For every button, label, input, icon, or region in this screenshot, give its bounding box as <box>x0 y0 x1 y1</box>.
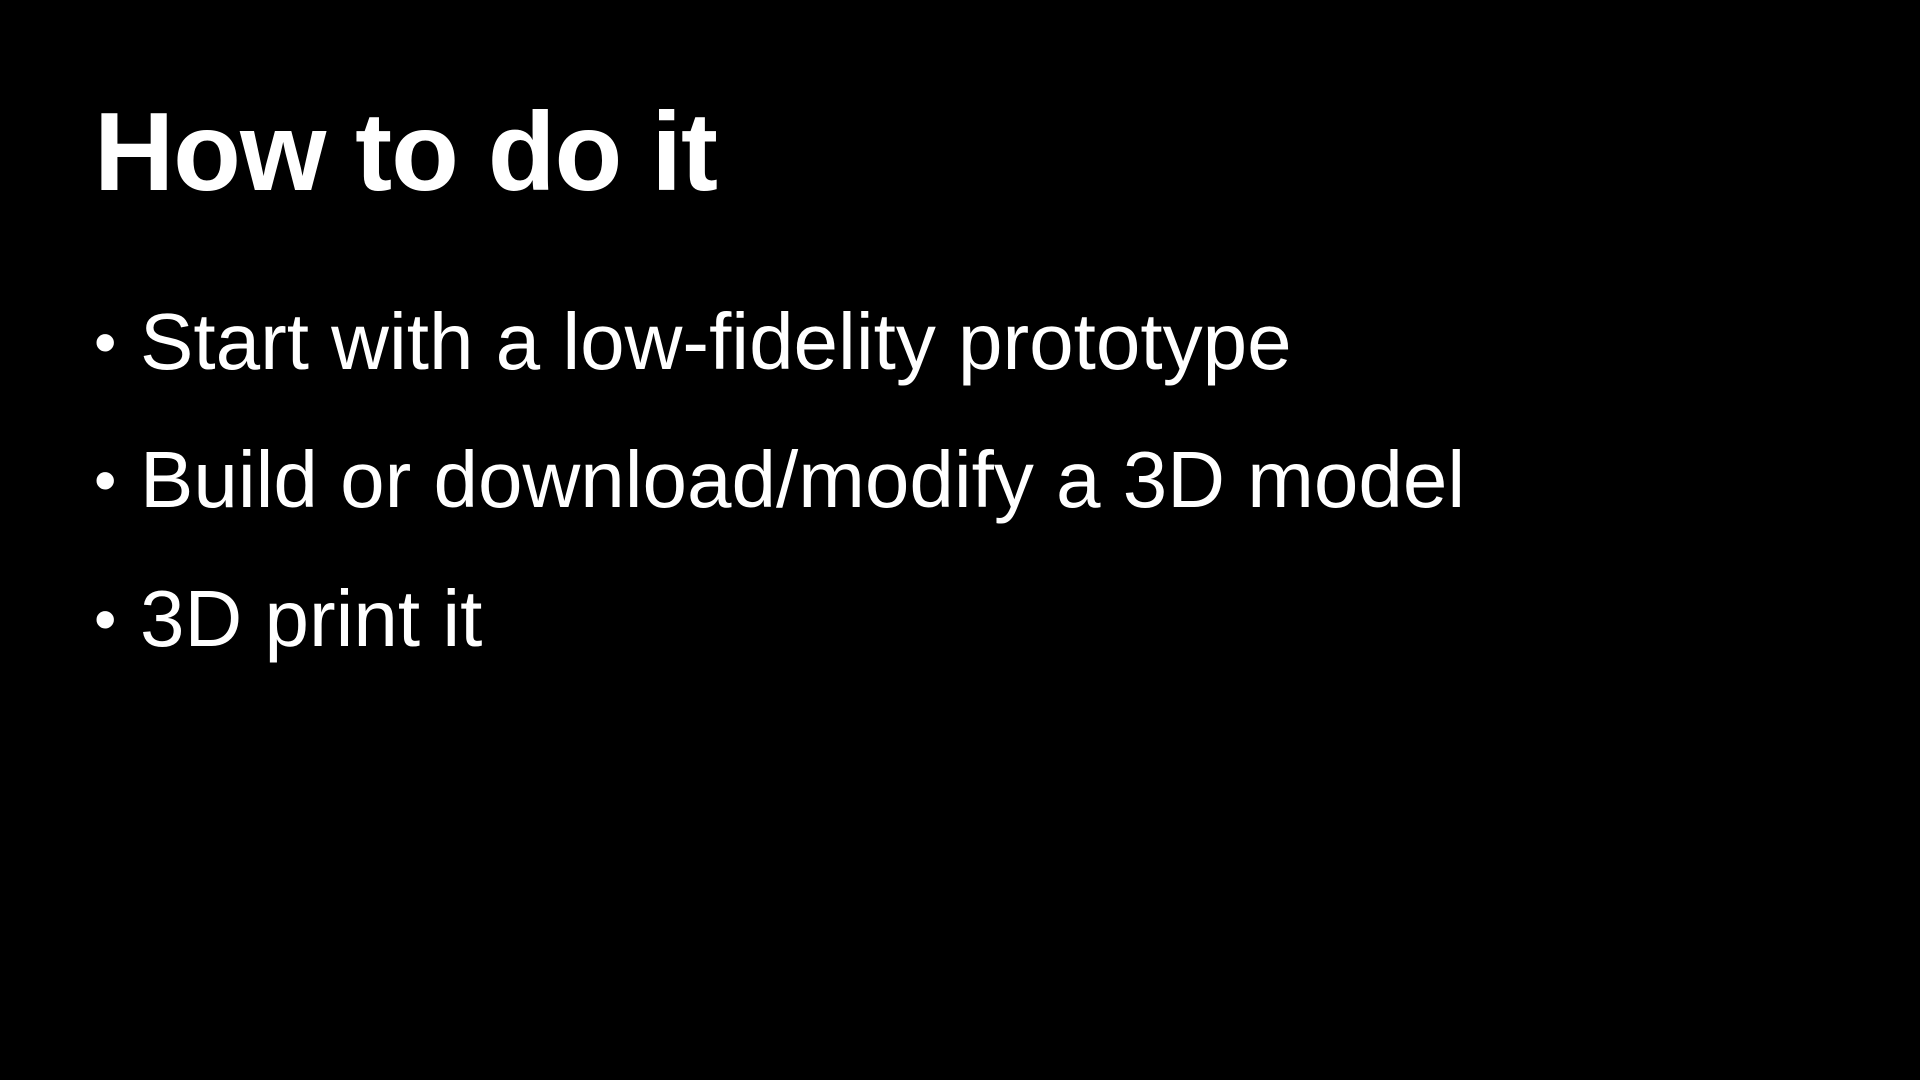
bullet-text: Start with a low-fidelity prototype <box>140 297 1292 386</box>
bullet-dot-icon: • <box>94 583 117 655</box>
bullet-dot-icon: • <box>94 306 117 378</box>
slide-title: How to do it <box>94 90 718 214</box>
bullet-text: Build or download/modify a 3D model <box>140 435 1466 524</box>
bullet-text: 3D print it <box>140 574 483 663</box>
bullet-dot-icon: • <box>94 444 117 516</box>
